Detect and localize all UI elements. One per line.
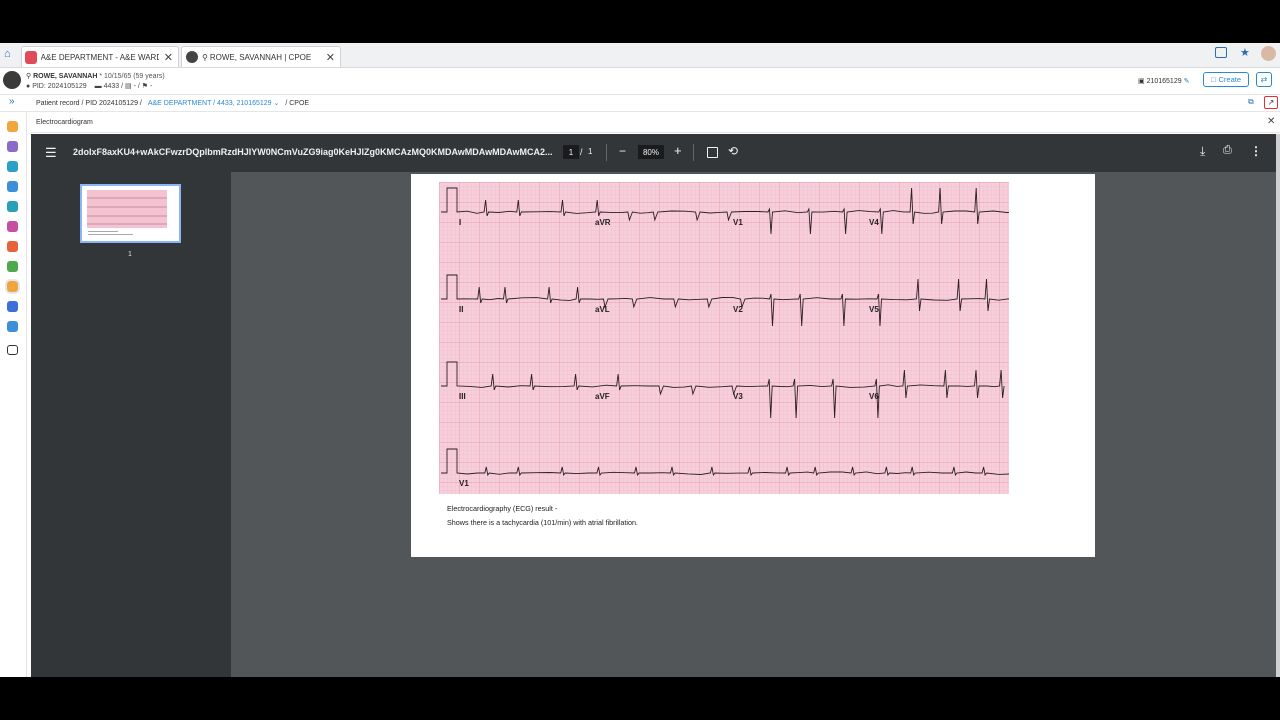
patient-header: ⚲ ROWE, SAVANNAH * 10/15/65 (59 years) ●… xyxy=(0,68,1280,95)
module-icon-labs[interactable] xyxy=(7,161,18,172)
module-rail xyxy=(0,112,27,677)
create-button[interactable]: □ Create xyxy=(1203,72,1249,87)
expand-sidebar-icon[interactable]: » xyxy=(9,96,15,107)
zoom-out-icon[interactable]: − xyxy=(619,144,626,158)
location-pin-icon: ⚲ xyxy=(202,52,208,62)
download-icon[interactable]: ⤓ xyxy=(1200,144,1205,159)
lead-label-aVR: aVR xyxy=(595,218,611,227)
toolbar-divider xyxy=(606,144,607,161)
patient-pid: PID: 2024105129 xyxy=(32,83,87,90)
page-number-input[interactable]: 1 xyxy=(563,145,579,159)
close-icon[interactable]: ✕ xyxy=(321,51,340,64)
switch-button[interactable]: ⇄ xyxy=(1256,72,1272,87)
bed-icon: ▬ xyxy=(94,83,102,90)
module-icon-vitals[interactable] xyxy=(7,241,18,252)
module-icon-orders[interactable] xyxy=(7,121,18,132)
module-icon-imaging[interactable] xyxy=(7,301,18,312)
pdf-toolbar: ☰ 2doIxF8axKU4+wAkCFwzrDQplbmRzdHJlYW0NC… xyxy=(31,134,1276,172)
tab-bar: ⌂ A&E DEPARTMENT - A&E WARD |... ✕ ⚲ ROW… xyxy=(0,43,1280,68)
home-icon[interactable]: ⌂ xyxy=(4,48,11,60)
lead-label-V5: V5 xyxy=(869,305,879,314)
lead-label-V1: V1 xyxy=(733,218,743,227)
pdf-page-area: I aVR V1 V4 II aVL V2 V5 III aVF V3 V6 V… xyxy=(231,172,1276,677)
window-icon[interactable] xyxy=(1215,47,1227,58)
document-icon: □ xyxy=(1210,75,1216,84)
lead-label-III: III xyxy=(459,392,466,401)
thumbnail-caption-line xyxy=(88,234,133,235)
close-icon[interactable]: ✕ xyxy=(1267,116,1275,127)
page-separator: / xyxy=(580,147,583,157)
module-icon-nursing[interactable] xyxy=(7,261,18,272)
pdf-page: I aVR V1 V4 II aVL V2 V5 III aVF V3 V6 V… xyxy=(411,174,1095,557)
thumbnail-ecg-preview xyxy=(87,190,167,228)
breadcrumb-current: / CPOE xyxy=(285,100,310,107)
module-icon-ecg[interactable] xyxy=(5,279,20,294)
chevron-down-icon[interactable]: ⌄ xyxy=(274,100,280,107)
popout-icon[interactable]: ⧉ xyxy=(1248,97,1254,107)
patient-dob: * 10/15/65 (59 years) xyxy=(99,73,165,80)
breadcrumb-department[interactable]: A&E DEPARTMENT / 4433, 210165129 xyxy=(148,100,272,107)
create-label: Create xyxy=(1218,75,1242,84)
close-icon[interactable]: ✕ xyxy=(159,51,178,64)
zoom-in-icon[interactable]: + xyxy=(674,143,682,158)
tab-ae-ward[interactable]: A&E DEPARTMENT - A&E WARD |... ✕ xyxy=(21,46,179,67)
expand-icon[interactable]: ↗ xyxy=(1264,96,1278,109)
lead-label-II: II xyxy=(459,305,463,314)
fit-page-icon[interactable] xyxy=(707,147,718,158)
pdf-thumbnail-sidebar: 1 xyxy=(31,172,231,677)
encounter-number: 210165129 xyxy=(1146,78,1182,85)
ward-icon xyxy=(25,50,37,64)
page-thumbnail[interactable] xyxy=(80,184,181,243)
patient-avatar-icon xyxy=(186,51,198,63)
module-icon-radiology[interactable] xyxy=(7,201,18,212)
tab-cpoe[interactable]: ⚲ ROWE, SAVANNAH | CPOE ✕ xyxy=(181,46,341,67)
lead-label-V2: V2 xyxy=(733,305,743,314)
lead-label-aVL: aVL xyxy=(595,305,610,314)
module-icon-transfer[interactable] xyxy=(7,321,18,332)
pdf-filename: 2doIxF8axKU4+wAkCFwzrDQplbmRzdHJlYW0NCmV… xyxy=(73,147,553,157)
page-total: 1 xyxy=(588,147,593,156)
breadcrumb-record[interactable]: Patient record / PID 2024105129 / xyxy=(36,100,142,107)
ecg-caption-description: Shows there is a tachycardia (101/min) w… xyxy=(447,518,638,527)
lead-label-V6: V6 xyxy=(869,392,879,401)
lead-label-I: I xyxy=(459,218,461,227)
more-options-icon[interactable]: ⋮ xyxy=(1250,144,1262,158)
thumbnail-caption-line xyxy=(88,231,118,232)
patient-extra: / ▤ - / ⚑ - xyxy=(121,83,153,90)
tab-label: ROWE, SAVANNAH | CPOE xyxy=(209,52,312,62)
toolbar-divider xyxy=(693,144,694,161)
lead-label-V1-rhythm: V1 xyxy=(459,479,469,488)
module-icon-notes[interactable] xyxy=(7,141,18,152)
edit-icon[interactable]: ✎ xyxy=(1184,78,1190,85)
tab-label: A&E DEPARTMENT - A&E WARD |... xyxy=(40,52,159,62)
ecg-tracing-image: I aVR V1 V4 II aVL V2 V5 III aVF V3 V6 V… xyxy=(439,182,1009,494)
menu-icon[interactable]: ☰ xyxy=(45,145,57,161)
patient-avatar[interactable] xyxy=(3,71,21,89)
settings-icon[interactable] xyxy=(7,345,18,355)
location-pin-icon: ⚲ xyxy=(26,73,32,80)
patient-name: ROWE, SAVANNAH xyxy=(33,73,98,80)
encounter-icon: ▣ xyxy=(1138,78,1145,85)
person-icon: ● xyxy=(26,83,31,90)
module-icon-procedures[interactable] xyxy=(7,221,18,232)
panel-title: Electrocardiogram xyxy=(36,119,93,126)
panel-header: Electrocardiogram ✕ xyxy=(31,112,1280,133)
user-avatar[interactable] xyxy=(1261,46,1276,61)
viewer-scrollbar[interactable] xyxy=(1276,134,1280,677)
app-window: ⌂ A&E DEPARTMENT - A&E WARD |... ✕ ⚲ ROW… xyxy=(0,43,1280,677)
module-icon-pharmacy[interactable] xyxy=(7,181,18,192)
thumbnail-page-label: 1 xyxy=(128,251,132,258)
star-icon[interactable]: ★ xyxy=(1240,46,1250,59)
lead-label-V3: V3 xyxy=(733,392,743,401)
zoom-level-input[interactable]: 80% xyxy=(638,145,664,159)
breadcrumb: » Patient record / PID 2024105129 / A&E … xyxy=(0,95,1280,112)
ecg-caption-title: Electrocardiography (ECG) result - xyxy=(447,504,558,513)
lead-label-V4: V4 xyxy=(869,218,879,227)
print-icon[interactable]: ⎙ xyxy=(1223,144,1232,157)
lead-label-aVF: aVF xyxy=(595,392,610,401)
patient-bed: 4433 xyxy=(103,83,120,90)
rotate-icon[interactable]: ⟲ xyxy=(728,144,738,158)
